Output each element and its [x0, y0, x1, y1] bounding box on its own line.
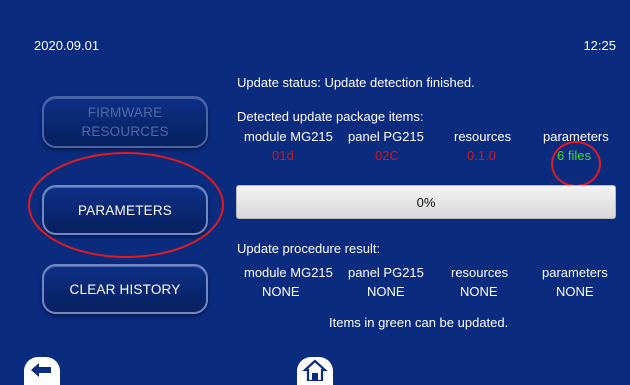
- update-note: Items in green can be updated.: [329, 315, 509, 330]
- result-label-parameters: parameters: [542, 265, 608, 280]
- detected-value-resources: 0.1.0: [467, 148, 496, 163]
- update-progress-bar: 0%: [236, 185, 616, 219]
- home-button[interactable]: [297, 357, 333, 385]
- firmware-resources-label: FIRMWARE RESOURCES: [81, 105, 169, 139]
- time-display: 12:25: [583, 38, 616, 53]
- result-value-module: NONE: [262, 284, 300, 299]
- progress-label: 0%: [416, 194, 436, 210]
- result-value-resources: NONE: [460, 284, 498, 299]
- detected-label-panel: panel PG215: [348, 129, 424, 144]
- detected-value-panel: 02C: [375, 148, 399, 163]
- result-value-parameters: NONE: [556, 284, 594, 299]
- clear-history-button[interactable]: CLEAR HISTORY: [42, 264, 208, 314]
- detected-value-module: 01d: [272, 148, 294, 163]
- result-label-panel: panel PG215: [348, 265, 424, 280]
- back-arrow-icon: [31, 363, 51, 377]
- back-button[interactable]: [24, 357, 60, 385]
- date-display: 2020.09.01: [34, 38, 100, 53]
- result-label-module: module MG215: [244, 265, 333, 280]
- result-value-panel: NONE: [367, 284, 405, 299]
- home-icon: [302, 359, 328, 381]
- detected-items-heading: Detected update package items:: [237, 109, 424, 124]
- clear-history-button-label: CLEAR HISTORY: [69, 281, 181, 297]
- update-status-text: Update status: Update detection finished…: [237, 75, 475, 90]
- result-label-resources: resources: [451, 265, 509, 280]
- highlight-circle-files: [551, 141, 601, 187]
- detected-label-resources: resources: [454, 129, 512, 144]
- update-result-heading: Update procedure result:: [237, 241, 381, 256]
- detected-label-module: module MG215: [244, 129, 333, 144]
- highlight-circle-parameters: [28, 152, 224, 258]
- firmware-resources-button[interactable]: FIRMWARE RESOURCES: [42, 96, 208, 148]
